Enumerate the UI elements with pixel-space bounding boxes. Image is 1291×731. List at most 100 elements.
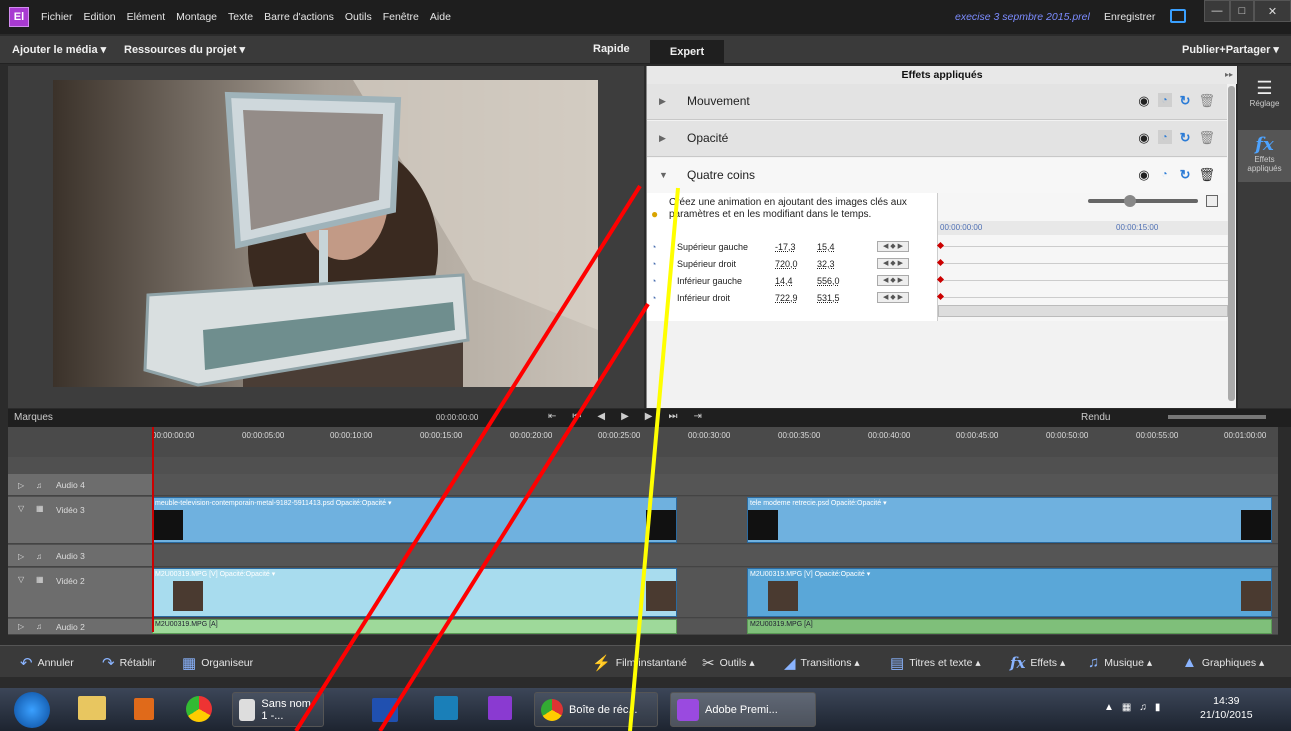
keyframe-nav[interactable]: ◀ ◆ ▶ xyxy=(877,258,909,269)
explorer-icon[interactable] xyxy=(78,696,106,720)
markers-dropdown[interactable]: Marques xyxy=(14,412,53,423)
clip-video2-a[interactable]: M2U00319.MPG [V] Opacité:Opacité ▾ xyxy=(152,568,677,617)
publish-share-button[interactable]: Publier+Partager ▾ xyxy=(1182,43,1279,56)
menu-edition[interactable]: Edition xyxy=(84,11,116,23)
eye-icon[interactable]: ◉ xyxy=(1138,130,1149,146)
timeline-zoom-slider[interactable] xyxy=(1168,415,1266,419)
media-player-icon[interactable] xyxy=(134,698,154,720)
tray-icons[interactable]: ▲▦♫▮ xyxy=(1104,702,1168,713)
render-button[interactable]: Rendu xyxy=(1081,412,1110,423)
keyframe-nav[interactable]: ◀ ◆ ▶ xyxy=(877,241,909,252)
redo-button[interactable]: ↷ Rétablir xyxy=(102,654,156,672)
zoom-max-icon[interactable] xyxy=(1206,195,1218,207)
effect-mouvement[interactable]: ▶ Mouvement ◉ ◔ ↻ 🗑 xyxy=(647,84,1227,120)
taskbar-premiere[interactable]: Adobe Premi... xyxy=(670,692,816,727)
minimize-button[interactable]: — xyxy=(1204,0,1230,22)
reset-icon[interactable]: ↻ xyxy=(1180,130,1191,146)
track-audio2[interactable]: ▷ ♫ Audio 2 xyxy=(8,619,152,635)
save-button[interactable]: Enregistrer xyxy=(1104,11,1155,23)
organizer-button[interactable]: ▦ Organiseur xyxy=(182,654,253,672)
keyframe-nav[interactable]: ◀ ◆ ▶ xyxy=(877,275,909,286)
track-audio3[interactable]: ▷ ♫ Audio 3 xyxy=(8,545,152,567)
param-x[interactable]: 14,4 xyxy=(775,276,793,286)
keyframe-nav[interactable]: ◀ ◆ ▶ xyxy=(877,292,909,303)
param-y[interactable]: 15,4 xyxy=(817,242,835,252)
expand-arrow-icon[interactable]: ▶ xyxy=(659,96,666,107)
monitor-icon[interactable] xyxy=(1170,9,1186,23)
undo-button[interactable]: ↶ Annuler xyxy=(20,654,74,672)
tab-adjust[interactable]: ☰ Réglage xyxy=(1238,78,1291,108)
lane-video2[interactable]: M2U00319.MPG [V] Opacité:Opacité ▾ M2U00… xyxy=(152,568,1278,618)
speaker-icon[interactable]: ♫ xyxy=(36,622,42,631)
zoom-slider-thumb[interactable] xyxy=(1124,195,1136,207)
menu-aide[interactable]: Aide xyxy=(430,11,451,23)
reset-icon[interactable]: ↻ xyxy=(1180,167,1191,183)
menu-montage[interactable]: Montage xyxy=(176,11,217,23)
keyframe-icon[interactable]: ◔ xyxy=(1157,93,1172,107)
keyframe-icon[interactable]: ◔ xyxy=(1157,130,1172,144)
picasa-icon[interactable] xyxy=(186,696,212,722)
film-icon[interactable]: ▦ xyxy=(36,575,44,584)
close-button[interactable]: ✕ xyxy=(1254,0,1291,22)
tab-expert[interactable]: Expert xyxy=(650,40,724,64)
effect-opacite[interactable]: ▶ Opacité ◉ ◔ ↻ 🗑 xyxy=(647,121,1227,157)
trash-icon[interactable]: 🗑 xyxy=(1198,93,1215,109)
clip-video3-b[interactable]: tele modeme retrecie.psd Opacité:Opacité… xyxy=(747,497,1272,543)
keyframe-marker[interactable] xyxy=(936,292,945,301)
track-video2[interactable]: ▽ ▦ Vidéo 2 xyxy=(8,568,152,618)
zoom-slider[interactable] xyxy=(1088,199,1198,203)
menu-fichier[interactable]: Fichier xyxy=(41,11,73,23)
transitions-button[interactable]: ◢ Transitions ▴ xyxy=(784,654,860,672)
param-x[interactable]: 722,9 xyxy=(775,293,798,303)
premiere-small-icon[interactable] xyxy=(488,696,512,720)
menu-fenetre[interactable]: Fenêtre xyxy=(383,11,419,23)
menu-element[interactable]: Elément xyxy=(127,11,166,23)
playhead[interactable] xyxy=(152,427,154,632)
titles-button[interactable]: ▤ Titres et texte ▴ xyxy=(890,654,981,672)
param-x[interactable]: -17,3 xyxy=(775,242,796,252)
tab-quick[interactable]: Rapide xyxy=(593,43,630,55)
add-media-button[interactable]: Ajouter le média ▾ xyxy=(12,43,106,56)
menu-outils[interactable]: Outils xyxy=(345,11,372,23)
effects-button[interactable]: fx Effets ▴ xyxy=(1010,654,1065,672)
clip-audio2-a[interactable]: M2U00319.MPG [A] xyxy=(152,619,677,634)
timeline-ruler[interactable]: 00:00:00:00 00:00:05:00 00:00:10:00 00:0… xyxy=(8,427,1278,457)
maximize-button[interactable]: □ xyxy=(1230,0,1254,22)
taskbar-sans-nom[interactable]: Sans nom 1 -... xyxy=(232,692,324,727)
collapse-arrow-icon[interactable]: ▼ xyxy=(659,170,668,180)
trash-icon[interactable]: 🗑 xyxy=(1198,167,1215,183)
param-y[interactable]: 531,5 xyxy=(817,293,840,303)
lane-audio4[interactable] xyxy=(152,474,1278,496)
keyframe-scrollbar[interactable] xyxy=(938,305,1228,317)
panel-menu-icon[interactable]: ▸▸ xyxy=(1225,70,1233,79)
tab-applied-effects[interactable]: fx Effets appliqués xyxy=(1238,130,1291,182)
lane-video3[interactable]: meuble-television-contemporain-metal-918… xyxy=(152,497,1278,544)
reset-icon[interactable]: ↻ xyxy=(1180,93,1191,109)
param-y[interactable]: 32,3 xyxy=(817,259,835,269)
playback-controls[interactable]: ⇤⏮◀▶▶⏭⇥ xyxy=(548,411,718,422)
graphics-button[interactable]: ▲ Graphiques ▴ xyxy=(1182,654,1264,671)
book-icon[interactable] xyxy=(372,698,398,722)
keyframe-marker[interactable] xyxy=(936,241,945,250)
effects-scrollbar[interactable] xyxy=(1228,86,1235,401)
stopwatch-icon[interactable]: ◔ xyxy=(651,259,656,269)
app-icon[interactable] xyxy=(434,696,458,720)
project-assets-button[interactable]: Ressources du projet ▾ xyxy=(124,43,245,56)
speaker-icon[interactable]: ♫ xyxy=(36,552,42,561)
taskbar-clock[interactable]: 14:39 21/10/2015 xyxy=(1200,694,1253,722)
clip-video3-a[interactable]: meuble-television-contemporain-metal-918… xyxy=(152,497,677,543)
music-button[interactable]: ♫ Musique ▴ xyxy=(1088,654,1152,671)
track-audio4[interactable]: ▷ ♫ Audio 4 xyxy=(8,474,152,496)
keyframe-marker[interactable] xyxy=(936,258,945,267)
stopwatch-icon[interactable]: ◔ xyxy=(651,276,656,286)
keyframe-marker[interactable] xyxy=(936,275,945,284)
film-icon[interactable]: ▦ xyxy=(36,504,44,513)
track-video3[interactable]: ▽ ▦ Vidéo 3 xyxy=(8,497,152,544)
lane-audio3[interactable] xyxy=(152,545,1278,567)
clip-audio2-b[interactable]: M2U00319.MPG [A] xyxy=(747,619,1272,634)
menu-barre-actions[interactable]: Barre d'actions xyxy=(264,11,334,23)
instant-movie-button[interactable]: ⚡ Film instantané xyxy=(592,654,687,672)
eye-icon[interactable]: ◉ xyxy=(1138,167,1149,183)
tools-button[interactable]: ✂ Outils ▴ xyxy=(702,654,755,672)
clip-video2-b[interactable]: M2U00319.MPG [V] Opacité:Opacité ▾ xyxy=(747,568,1272,617)
